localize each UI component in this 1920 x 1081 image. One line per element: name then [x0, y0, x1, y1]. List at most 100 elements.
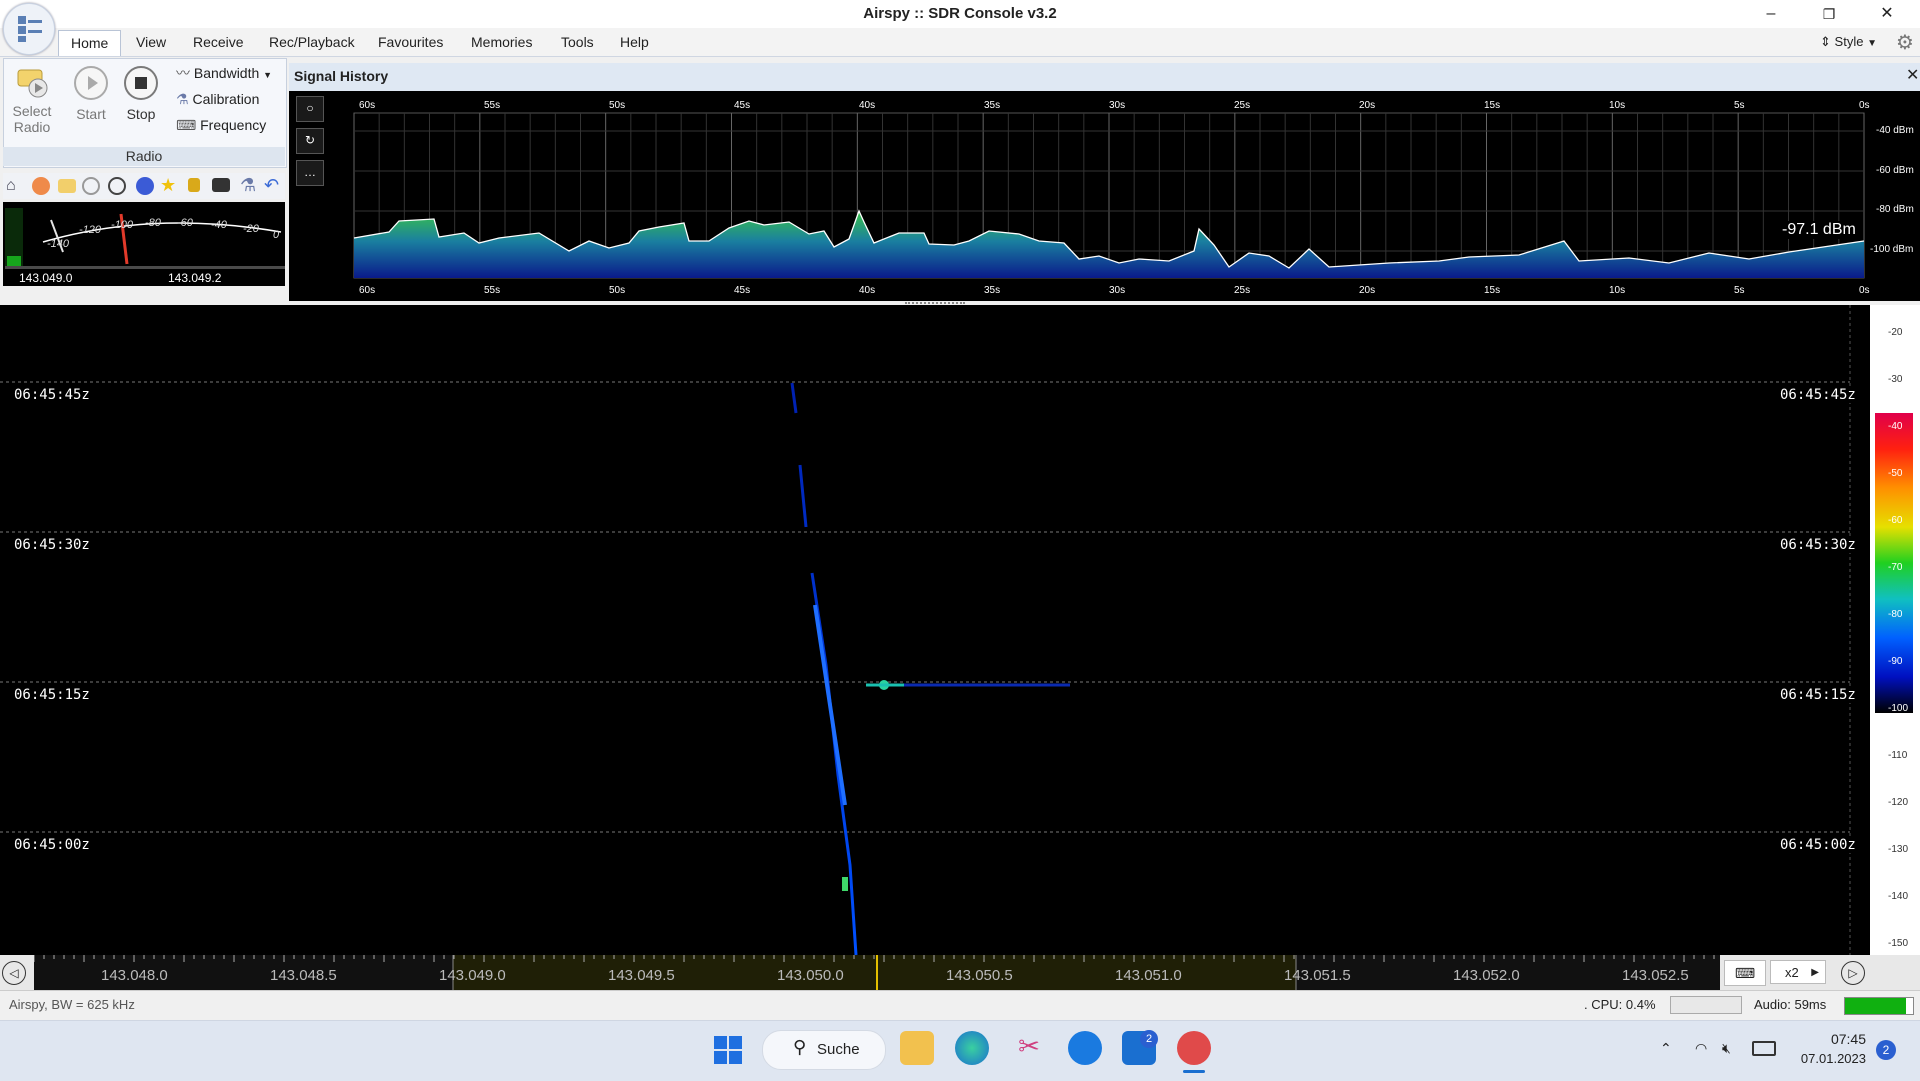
s-meter-frequency-right: 143.049.2	[168, 271, 222, 285]
scroll-right-icon[interactable]: ▷	[1841, 961, 1865, 985]
tab-receive[interactable]: Receive	[181, 30, 256, 55]
s-meter-frequency-left: 143.049.0	[19, 271, 73, 285]
waterfall-canvas	[0, 305, 1851, 955]
time-tick-label: 45s	[734, 285, 751, 296]
settings-gear-icon[interactable]: ⚙	[1896, 30, 1914, 55]
scroll-left-icon[interactable]: ◁	[2, 961, 26, 985]
home-icon[interactable]: ⌂	[6, 177, 24, 195]
camera-icon[interactable]	[212, 178, 230, 192]
chevron-up-icon[interactable]: ⌃	[1660, 1040, 1672, 1057]
time-tick-label: 40s	[859, 285, 876, 296]
s-meter-tick: -40	[211, 219, 227, 231]
tab-tools[interactable]: Tools	[549, 30, 606, 55]
minimize-button[interactable]: –	[1742, 0, 1800, 28]
tool-app-icon[interactable]	[1068, 1031, 1102, 1065]
lifebuoy-icon[interactable]	[32, 177, 50, 195]
audio-meter	[1844, 997, 1914, 1015]
stop-button[interactable]: Stop	[120, 66, 162, 122]
tab-home[interactable]: Home	[58, 30, 122, 56]
time-tick-label: 5s	[1734, 100, 1745, 111]
folder-icon[interactable]	[58, 179, 76, 193]
start-menu-windows-icon[interactable]	[712, 1034, 746, 1068]
snipping-tool-icon[interactable]: ✂	[1012, 1031, 1046, 1065]
keyboard-icon: ⌨	[176, 117, 197, 133]
frequency-label: 143.051.0	[1115, 967, 1182, 984]
s-meter-tick: -20	[243, 223, 259, 235]
timestamp-left: 06:45:00z	[14, 837, 90, 853]
timestamp-right: 06:45:15z	[1780, 687, 1856, 703]
restore-button[interactable]: ❐	[1800, 0, 1858, 28]
flask-icon: ⚗	[176, 91, 189, 107]
frequency-label: Frequency	[200, 117, 267, 133]
clock-time[interactable]: 07:45	[1800, 1031, 1866, 1047]
zoom-selector[interactable]: x2 ▶	[1770, 960, 1826, 984]
tab-favourites[interactable]: Favourites	[366, 30, 455, 55]
time-tick-label: 50s	[609, 285, 626, 296]
record-button[interactable]: ○	[296, 96, 324, 122]
more-options-button[interactable]: …	[296, 160, 324, 186]
lock-icon[interactable]	[188, 178, 200, 192]
notification-badge[interactable]: 2	[1876, 1040, 1896, 1060]
style-icon: ⇕	[1820, 34, 1831, 49]
start-button[interactable]: Start	[70, 66, 112, 122]
level-tick: -60 dBm	[1876, 165, 1914, 176]
status-cpu: . CPU: 0.4%	[1584, 997, 1656, 1012]
mail-badge: 2	[1140, 1030, 1158, 1048]
globe-icon[interactable]	[136, 177, 154, 195]
signal-history-header	[289, 63, 1920, 91]
application-menu-button[interactable]	[3, 3, 55, 55]
time-tick-label: 55s	[484, 285, 501, 296]
taskbar-search[interactable]: ⚲ Suche	[762, 1030, 886, 1070]
battery-icon[interactable]	[1752, 1041, 1776, 1056]
select-label: Select	[12, 103, 52, 119]
close-button[interactable]: ✕	[1858, 0, 1916, 28]
window-title: Airspy :: SDR Console v3.2	[863, 5, 1057, 22]
sdr-console-icon[interactable]	[1177, 1031, 1211, 1065]
keyboard-icon[interactable]: ⌨	[1724, 960, 1766, 986]
tab-view[interactable]: View	[124, 30, 178, 55]
clock-date[interactable]: 07.01.2023	[1784, 1051, 1866, 1066]
scale-tick-label: -20	[1888, 327, 1903, 338]
reset-button[interactable]: ↻	[296, 128, 324, 154]
time-tick-label: 25s	[1234, 285, 1251, 296]
tab-help[interactable]: Help	[608, 30, 661, 55]
speaker-muted-icon[interactable]: 🔇︎	[1722, 1040, 1731, 1057]
style-label: Style	[1834, 34, 1864, 49]
undo-icon[interactable]: ↶	[264, 175, 282, 195]
style-dropdown[interactable]: ⇕ Style ▼	[1820, 34, 1877, 50]
play-icon[interactable]	[82, 177, 100, 195]
chevron-right-icon: ▶	[1811, 967, 1819, 978]
tab-rec-playback[interactable]: Rec/Playback	[257, 30, 367, 55]
timestamp-right: 06:45:30z	[1780, 537, 1856, 553]
timestamp-right: 06:45:00z	[1780, 837, 1856, 853]
scale-tick-label: -40	[1888, 421, 1903, 432]
waveform-icon: 〰	[176, 65, 190, 81]
time-tick-label: 60s	[359, 285, 376, 296]
signal-history-title: Signal History	[294, 68, 389, 84]
calibration-button[interactable]: ⚗ Calibration	[176, 88, 259, 110]
frequency-button[interactable]: ⌨ Frequency	[176, 114, 266, 136]
flask-icon[interactable]: ⚗	[240, 175, 258, 195]
file-explorer-icon[interactable]	[900, 1031, 934, 1065]
star-icon[interactable]: ★	[160, 175, 178, 195]
close-icon[interactable]: ✕	[1906, 65, 1919, 85]
frequency-label: 143.051.5	[1284, 967, 1351, 984]
status-audio: Audio: 59ms	[1754, 997, 1827, 1012]
stop-icon[interactable]	[108, 177, 126, 195]
select-radio-button[interactable]: Select Radio	[8, 64, 56, 135]
bandwidth-label: Bandwidth	[193, 65, 260, 81]
tab-memories[interactable]: Memories	[459, 30, 544, 55]
frequency-label: 143.052.5	[1622, 967, 1689, 984]
cpu-meter	[1670, 996, 1742, 1014]
app-logo-icon	[18, 16, 42, 42]
edge-browser-icon[interactable]	[955, 1031, 989, 1065]
timestamp-right: 06:45:45z	[1780, 387, 1856, 403]
s-meter-tick: -100	[111, 219, 134, 231]
scale-tick-label: -80	[1888, 609, 1903, 620]
time-tick-label: 55s	[484, 100, 501, 111]
wifi-icon[interactable]: ◠	[1695, 1040, 1707, 1057]
scale-tick-label: -130	[1888, 844, 1909, 855]
bandwidth-button[interactable]: 〰 Bandwidth ▼	[176, 62, 272, 84]
chevron-down-icon: ▼	[263, 70, 273, 80]
time-tick-label: 5s	[1734, 285, 1745, 296]
